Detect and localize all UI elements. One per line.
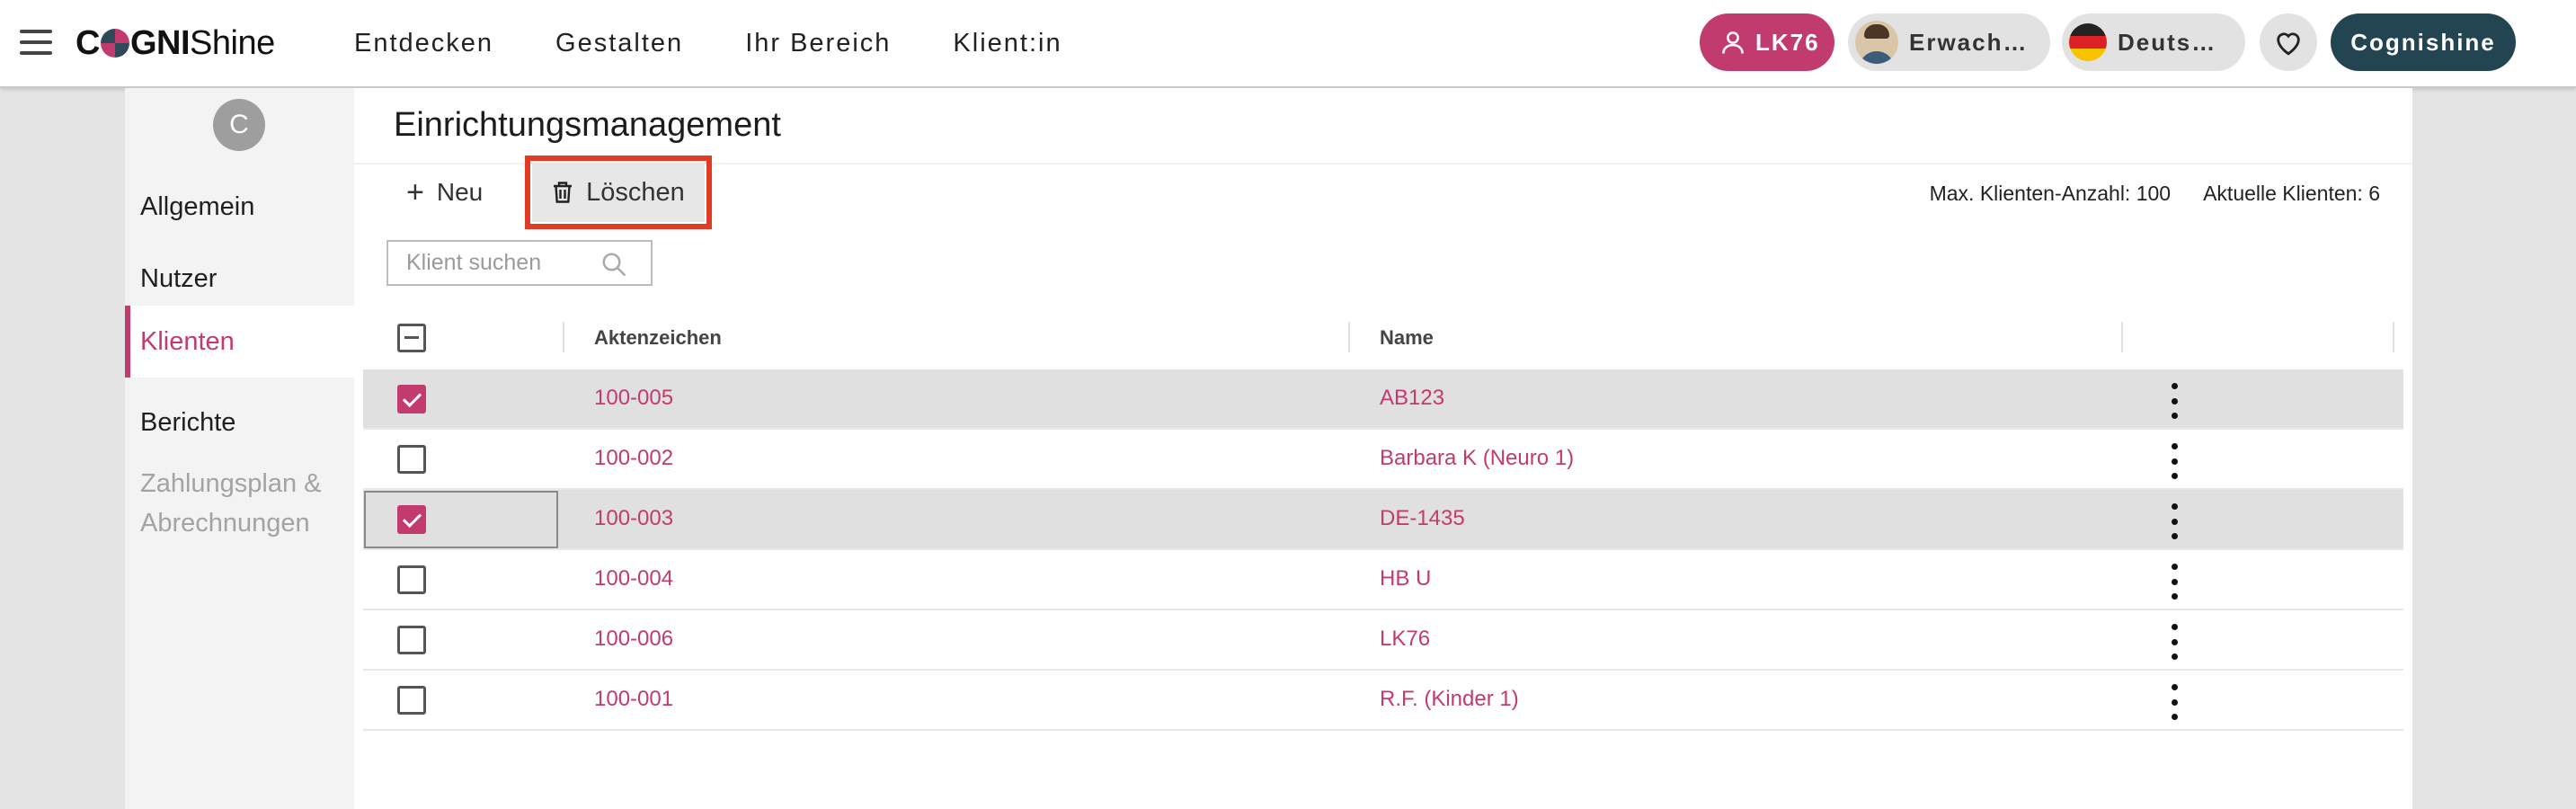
sidebar-item-zahlungsplan: Zahlungsplan & Abrechnungen — [125, 464, 354, 550]
table-row[interactable]: 100-001 R.F. (Kinder 1) — [363, 671, 2403, 731]
column-name[interactable]: Name — [1380, 326, 1434, 350]
new-client-button[interactable]: + Neu — [406, 171, 483, 214]
main-nav: Entdecken Gestalten Ihr Bereich Klient:i… — [354, 0, 1062, 86]
avatar-icon — [1855, 21, 1898, 64]
german-flag-icon — [2069, 23, 2107, 61]
table-row[interactable]: 100-003 DE-1435 — [363, 490, 2403, 550]
sidebar-item-zahlungsplan-line1: Zahlungsplan & — [140, 469, 322, 498]
client-stats: Max. Klienten-Anzahl: 100 Aktuelle Klien… — [1930, 182, 2380, 206]
focus-indicator — [364, 491, 558, 548]
sidebar: C Allgemein Nutzer Klienten Berichte Zah… — [125, 88, 354, 809]
more-options-icon[interactable] — [2165, 443, 2183, 479]
row-name[interactable]: LK76 — [1380, 627, 1430, 652]
top-bar: C GNIShine Entdecken Gestalten Ihr Bereic… — [0, 0, 2576, 88]
table-row[interactable]: 100-004 HB U — [363, 550, 2403, 610]
more-options-icon[interactable] — [2165, 624, 2183, 660]
column-separator — [2121, 322, 2123, 352]
column-separator — [1348, 322, 1350, 352]
nav-entdecken[interactable]: Entdecken — [354, 29, 493, 58]
row-aktenzeichen[interactable]: 100-003 — [594, 506, 673, 531]
nav-klientin[interactable]: Klient:in — [953, 29, 1061, 58]
language-button[interactable]: Deuts… — [2062, 13, 2245, 71]
new-label: Neu — [436, 178, 484, 206]
trash-icon — [554, 182, 573, 203]
column-aktenzeichen[interactable]: Aktenzeichen — [594, 326, 722, 350]
row-name[interactable]: HB U — [1380, 566, 1431, 591]
cognishine-logo[interactable]: C GNIShine — [76, 22, 275, 64]
max-clients: Max. Klienten-Anzahl: 100 — [1929, 182, 2172, 205]
user-switch-button[interactable]: LK76 — [1700, 13, 1834, 71]
nav-gestalten[interactable]: Gestalten — [555, 29, 683, 58]
search-input[interactable] — [388, 250, 586, 276]
page-title: Einrichtungsmanagement — [394, 106, 781, 144]
row-name[interactable]: AB123 — [1380, 386, 1444, 411]
row-checkbox[interactable] — [397, 686, 426, 715]
delete-label: Löschen — [586, 177, 685, 207]
plus-icon: + — [406, 175, 424, 209]
row-checkbox[interactable] — [397, 445, 426, 474]
sidebar-item-berichte[interactable]: Berichte — [125, 394, 354, 451]
table-header: Aktenzeichen Name — [363, 308, 2403, 369]
column-separator — [2393, 322, 2394, 352]
more-options-icon[interactable] — [2165, 383, 2183, 419]
row-checkbox[interactable] — [397, 626, 426, 654]
row-checkbox[interactable] — [397, 565, 426, 594]
row-aktenzeichen[interactable]: 100-001 — [594, 687, 673, 712]
current-clients: Aktuelle Klienten: 6 — [2203, 182, 2380, 205]
main-panel: Einrichtungsmanagement + Neu Löschen Max… — [354, 88, 2412, 809]
language-label: Deuts… — [2118, 28, 2217, 56]
favorites-button[interactable] — [2260, 13, 2317, 71]
table-row[interactable]: 100-006 LK76 — [363, 610, 2403, 671]
more-options-icon[interactable] — [2165, 684, 2183, 720]
user-label: LK76 — [1755, 28, 1820, 56]
row-name[interactable]: DE-1435 — [1380, 506, 1465, 531]
row-aktenzeichen[interactable]: 100-006 — [594, 627, 673, 652]
select-all-checkbox[interactable] — [397, 324, 426, 352]
client-search — [386, 240, 653, 286]
row-aktenzeichen[interactable]: 100-004 — [594, 566, 673, 591]
row-checkbox[interactable] — [397, 385, 426, 413]
row-name[interactable]: Barbara K (Neuro 1) — [1380, 446, 1574, 471]
search-icon[interactable] — [600, 251, 627, 278]
menu-icon[interactable] — [20, 30, 52, 55]
logo-mark-icon — [100, 29, 129, 58]
nav-ihr-bereich[interactable]: Ihr Bereich — [745, 29, 891, 58]
organization-avatar[interactable]: C — [213, 99, 265, 151]
more-options-icon[interactable] — [2165, 503, 2183, 539]
sidebar-item-nutzer[interactable]: Nutzer — [125, 250, 354, 307]
clients-table: Aktenzeichen Name 100-005 AB123 100-002 … — [363, 308, 2403, 731]
more-options-icon[interactable] — [2165, 564, 2183, 600]
age-group-label: Erwach… — [1909, 28, 2029, 56]
cognishine-label: Cognishine — [2350, 28, 2496, 56]
row-aktenzeichen[interactable]: 100-005 — [594, 386, 673, 411]
delete-button[interactable]: Löschen — [525, 156, 712, 229]
sidebar-item-allgemein[interactable]: Allgemein — [125, 178, 354, 236]
sidebar-item-zahlungsplan-line2: Abrechnungen — [140, 509, 310, 538]
row-aktenzeichen[interactable]: 100-002 — [594, 446, 673, 471]
table-row[interactable]: 100-005 AB123 — [363, 369, 2403, 430]
age-group-button[interactable]: Erwach… — [1848, 13, 2050, 71]
row-name[interactable]: R.F. (Kinder 1) — [1380, 687, 1519, 712]
sidebar-item-klienten[interactable]: Klienten — [125, 306, 354, 378]
user-icon — [1722, 31, 1744, 54]
heart-icon — [2277, 32, 2300, 56]
column-separator — [563, 322, 564, 352]
cognishine-button[interactable]: Cognishine — [2331, 13, 2516, 71]
table-row[interactable]: 100-002 Barbara K (Neuro 1) — [363, 430, 2403, 490]
row-checkbox[interactable] — [397, 505, 426, 534]
